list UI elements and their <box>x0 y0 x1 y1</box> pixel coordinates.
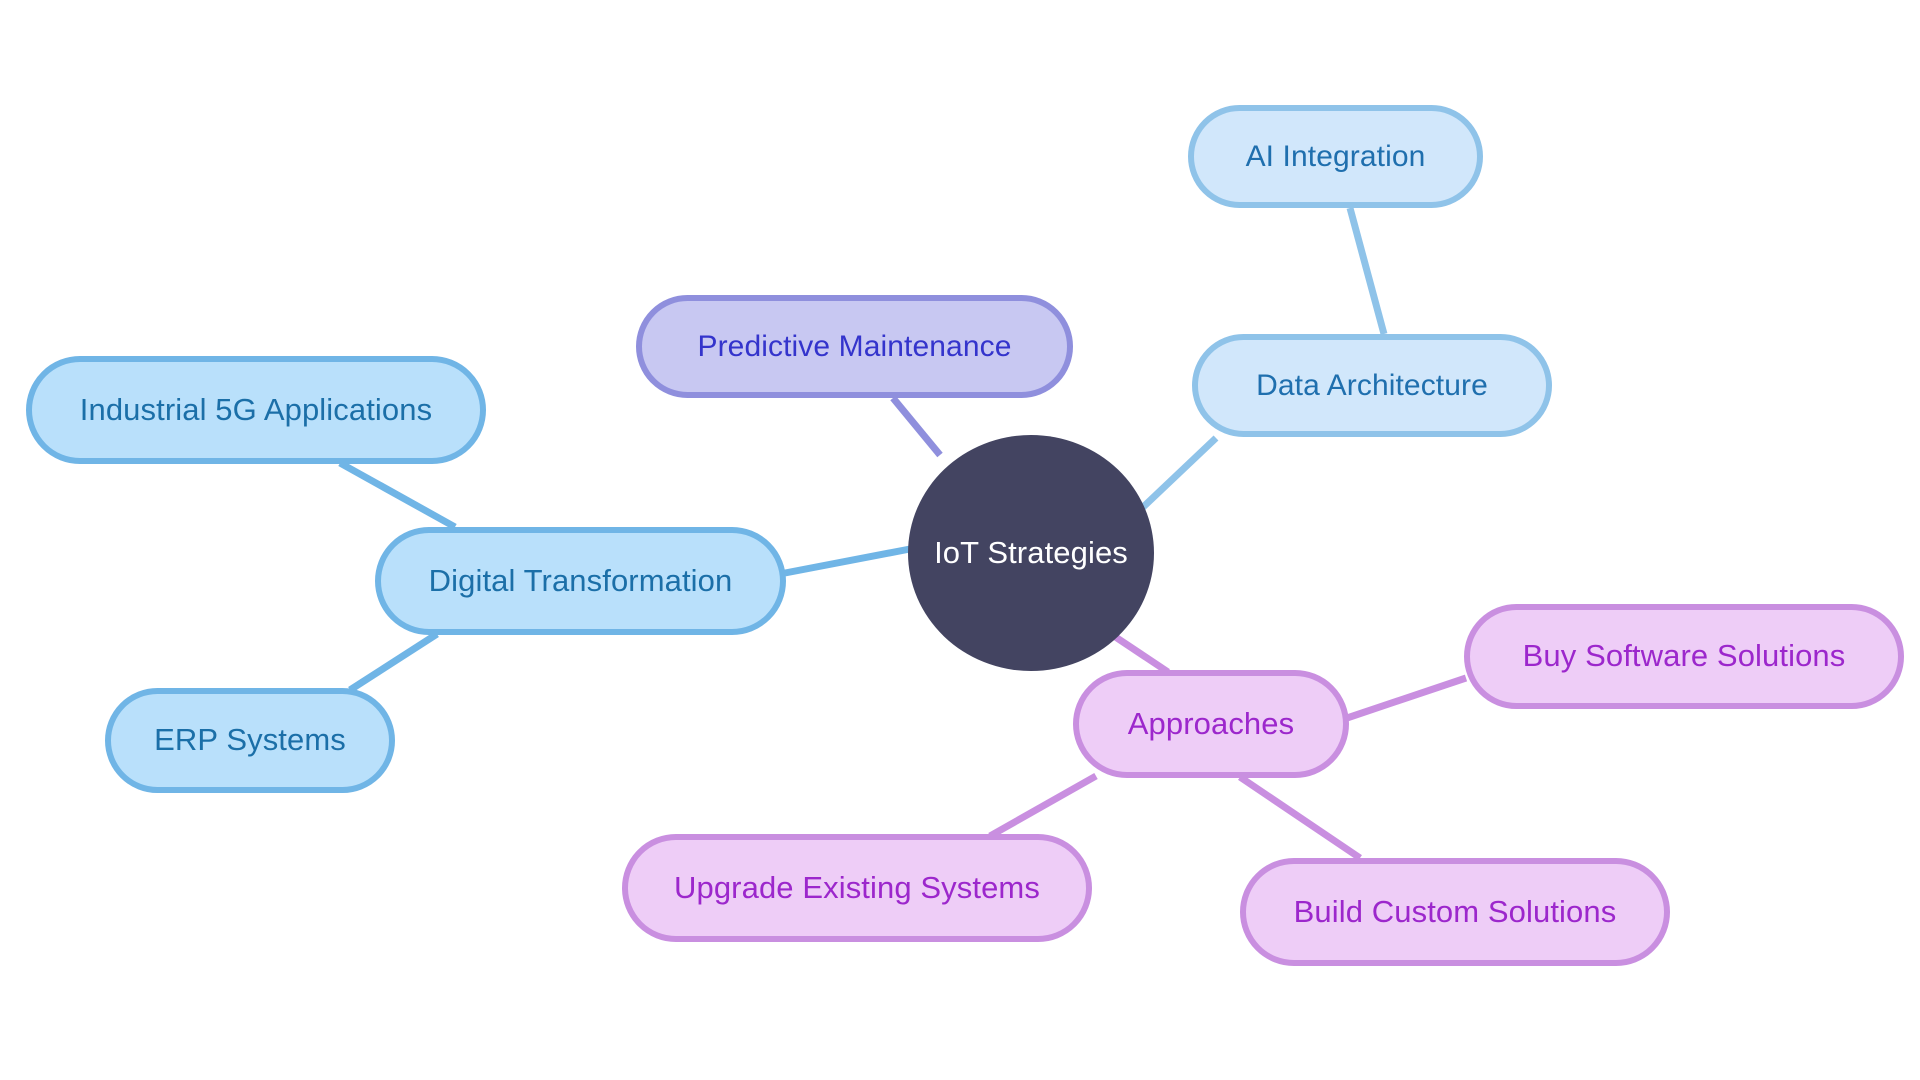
node-label-erp-systems: ERP Systems <box>154 722 346 758</box>
mindmap-node-industrial-5g[interactable]: Industrial 5G Applications <box>26 356 486 464</box>
mindmap-node-digital-transformation[interactable]: Digital Transformation <box>375 527 786 635</box>
mindmap-node-erp-systems[interactable]: ERP Systems <box>105 688 395 793</box>
mindmap-node-ai-integration[interactable]: AI Integration <box>1188 105 1483 208</box>
mindmap-node-upgrade-existing-systems[interactable]: Upgrade Existing Systems <box>622 834 1092 942</box>
edge-digital-transformation-industrial-5g <box>338 459 457 531</box>
edge-approaches-upgrade-existing <box>988 772 1098 840</box>
edge-root-digital-transformation <box>784 545 911 577</box>
edge-digital-transformation-erp-systems <box>348 631 439 693</box>
edge-data-architecture-ai-integration <box>1346 207 1388 335</box>
node-label-industrial-5g: Industrial 5G Applications <box>79 391 433 427</box>
node-label-predictive-maintenance: Predictive Maintenance <box>697 330 1012 363</box>
edge-root-predictive-maintenance <box>890 395 943 458</box>
mindmap-node-buy-software-solutions[interactable]: Buy Software Solutions <box>1464 604 1904 709</box>
edge-approaches-buy-software <box>1345 674 1468 722</box>
node-label-digital-transformation: Digital Transformation <box>428 562 733 598</box>
node-label-data-architecture: Data Architecture <box>1256 369 1488 402</box>
mindmap-node-root[interactable]: IoT Strategies <box>908 435 1154 671</box>
node-label-build-custom-solutions: Build Custom Solutions <box>1293 893 1617 929</box>
node-label-buy-software-solutions: Buy Software Solutions <box>1522 638 1846 674</box>
node-label-root: IoT Strategies <box>934 534 1128 570</box>
mindmap-node-data-architecture[interactable]: Data Architecture <box>1192 334 1552 437</box>
edge-root-data-architecture <box>1137 435 1219 513</box>
node-label-approaches: Approaches <box>1127 705 1295 741</box>
mindmap-node-build-custom-solutions[interactable]: Build Custom Solutions <box>1240 858 1670 966</box>
node-label-ai-integration: AI Integration <box>1245 140 1426 173</box>
mindmap-node-approaches[interactable]: Approaches <box>1073 670 1349 778</box>
edge-approaches-build-custom <box>1238 774 1362 861</box>
node-label-upgrade-existing-systems: Upgrade Existing Systems <box>674 869 1040 905</box>
mindmap-node-predictive-maintenance[interactable]: Predictive Maintenance <box>636 295 1073 398</box>
mindmap-canvas: IoT Strategies AI Integration Data Archite… <box>0 0 1920 1080</box>
